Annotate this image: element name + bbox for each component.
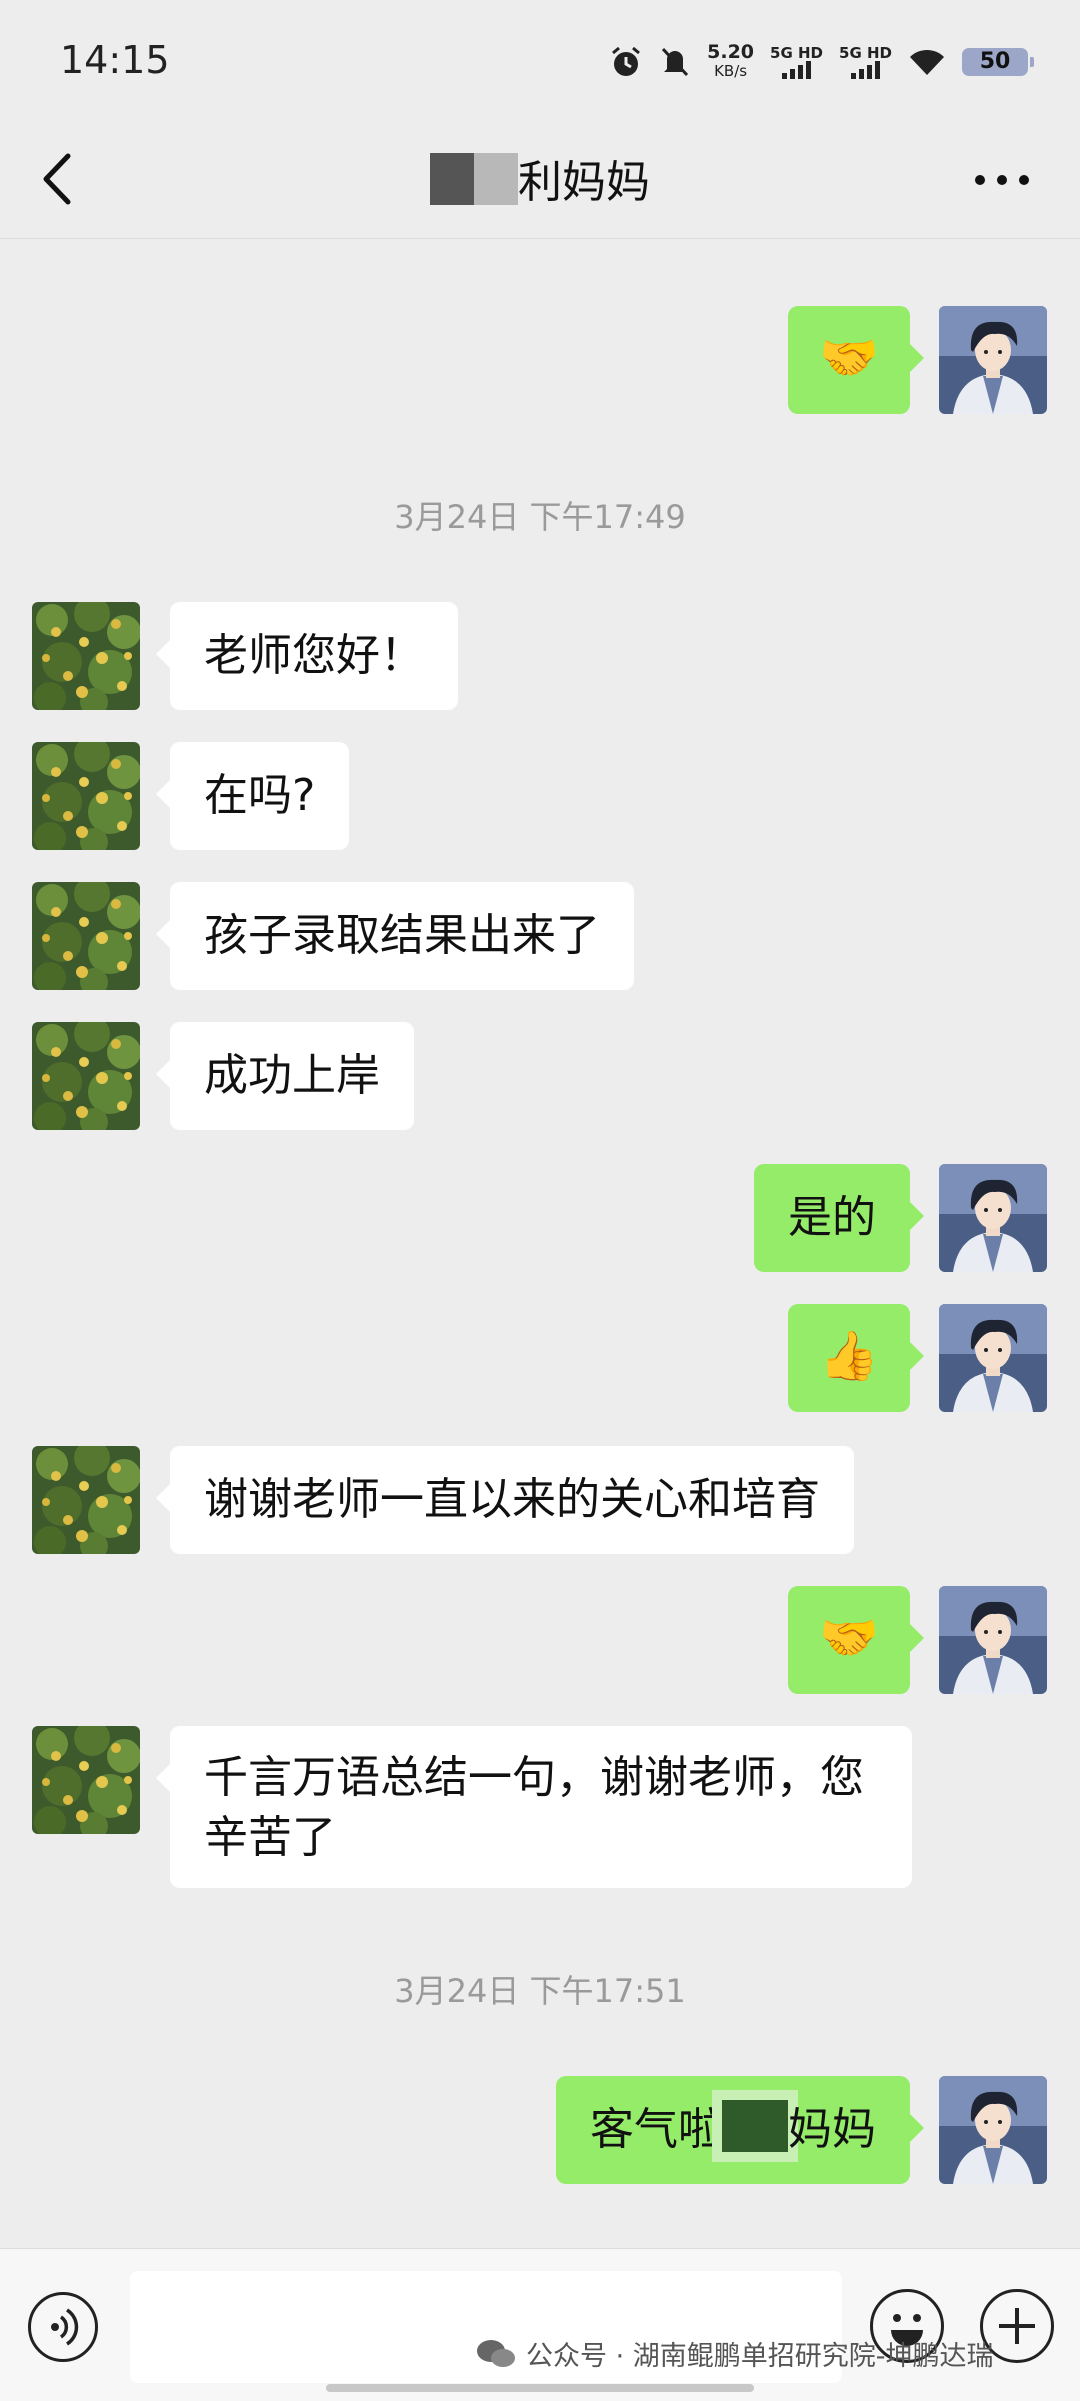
message-bubble-incoming[interactable]: 成功上岸 [156,1022,414,1130]
status-time: 14:15 [60,38,170,82]
more-dots-icon[interactable] [972,172,1032,188]
wechat-icon [477,2339,515,2367]
input-bar [0,2248,1080,2401]
message-bubble-outgoing[interactable]: 👍 [788,1304,924,1412]
my-avatar[interactable] [939,306,1047,414]
chat-header: 利妈妈 [0,120,1080,239]
message-text-end: 妈妈 [788,2104,876,2155]
my-avatar[interactable] [939,1304,1047,1412]
message-bubble-incoming[interactable]: 在吗? [155,742,350,850]
message-bubble-outgoing[interactable]: 客气啦 妈妈 [556,2076,924,2184]
my-avatar[interactable] [939,2076,1047,2184]
battery-icon: 50 [962,48,1034,76]
message-bubble-incoming[interactable]: 孩子录取结果出来了 [156,882,634,990]
status-icons: 5.20 KB/s 5G HD 5G HD 50 [609,40,1034,84]
redacted-block [474,153,518,205]
message-timestamp: 3月24日 下午17:49 [394,498,686,536]
message-bubble-incoming[interactable]: 谢谢老师一直以来的关心和培育 [156,1446,854,1554]
contact-avatar[interactable] [32,602,140,710]
message-text-start: 客气啦 [590,2104,722,2155]
signal-icon-2: 5G HD [839,45,892,79]
contact-avatar[interactable] [32,1726,140,1834]
message-bubble-incoming[interactable]: 千言万语总结一句，谢谢老师，您辛苦了 [156,1726,912,1888]
status-bar: 14:15 5.20 KB/s 5G HD 5G HD 50 [0,0,1080,120]
my-avatar[interactable] [939,1164,1047,1272]
voice-icon[interactable] [28,2292,98,2362]
alarm-icon [612,46,641,76]
chat-title-text: 利妈妈 [518,157,650,208]
message-timestamp: 3月24日 下午17:51 [394,1972,686,2010]
contact-avatar[interactable] [32,742,140,850]
contact-avatar[interactable] [32,1022,140,1130]
home-indicator[interactable] [326,2384,754,2392]
message-bubble-incoming[interactable]: 老师您好！ [156,602,458,710]
redacted-block [722,2100,788,2152]
contact-avatar[interactable] [32,882,140,990]
message-bubble-outgoing[interactable]: 🤝 [788,1586,924,1694]
battery-level: 50 [979,49,1011,74]
mute-icon [662,47,689,77]
my-avatar[interactable] [939,1586,1047,1694]
thumbs-up-emoji: 👍 [819,1328,879,1384]
chat-title: 利妈妈 [0,146,1080,210]
contact-avatar[interactable] [32,1446,140,1554]
network-speed: 5.20 KB/s [707,41,755,81]
handshake-emoji: 🤝 [819,1610,879,1666]
handshake-emoji: 🤝 [819,330,879,386]
wifi-icon [910,49,944,75]
message-bubble-outgoing[interactable]: 是的 [754,1164,924,1272]
watermark-text: 公众号 · 湖南鲲鹏单招研究院-坤鹏达瑞 [526,2341,994,2372]
watermark: 公众号 · 湖南鲲鹏单招研究院-坤鹏达瑞 [476,2334,994,2373]
redacted-block [430,153,474,205]
signal-icon: 5G HD [770,45,823,79]
message-bubble-outgoing[interactable]: 🤝 [788,306,924,414]
